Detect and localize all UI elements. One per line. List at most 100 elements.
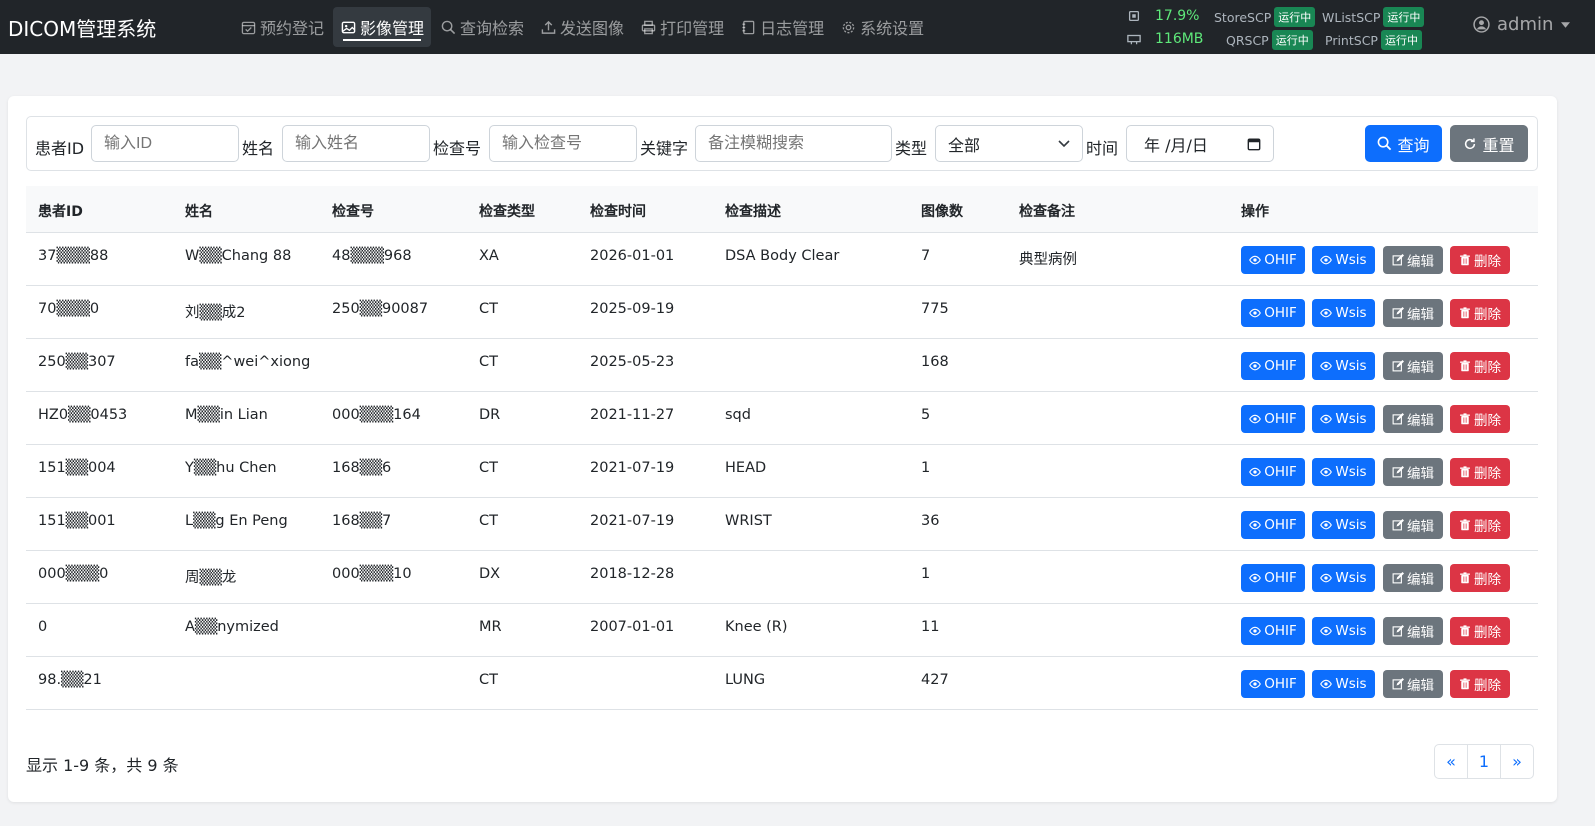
nav-item-appointment[interactable]: 预约登记 (233, 7, 331, 47)
patient-id-cell: 98.▒▒21 (38, 672, 102, 688)
caret-down-icon (1561, 21, 1571, 28)
time-label: 时间 (1086, 139, 1119, 158)
ohif-button-label: OHIF (1264, 676, 1297, 692)
app-title[interactable]: DICOM管理系统 (8, 13, 233, 42)
ohif-button[interactable]: OHIF (1241, 352, 1305, 380)
patient-id-cell: 151▒▒004 (38, 460, 116, 476)
delete-button[interactable]: 删除 (1450, 405, 1510, 433)
page-next-button[interactable]: » (1500, 744, 1534, 779)
nav-item-settings[interactable]: 系统设置 (833, 7, 931, 47)
nav-item-image-management[interactable]: 影像管理 (333, 7, 432, 47)
trash-icon (1459, 413, 1471, 425)
ohif-button[interactable]: OHIF (1241, 617, 1305, 645)
delete-button[interactable]: 删除 (1450, 511, 1510, 539)
delete-button[interactable]: 删除 (1450, 617, 1510, 645)
edit-button[interactable]: 编辑 (1383, 246, 1443, 274)
patient-name-cell: L▒▒g En Peng (185, 513, 288, 529)
exam-date-cell: 2007-01-01 (590, 619, 675, 635)
exam-no-input[interactable] (489, 125, 637, 162)
ohif-button[interactable]: OHIF (1241, 246, 1305, 274)
ohif-button[interactable]: OHIF (1241, 670, 1305, 698)
table-row: 0 A▒▒nymized MR 2007-01-01 Knee (R) 11 OHIF Wsi… (26, 604, 1538, 657)
trash-icon (1459, 572, 1471, 584)
patient-id-cell: 0 (38, 619, 48, 635)
exam-desc-cell: sqd (725, 407, 751, 423)
ohif-button-label: OHIF (1264, 570, 1297, 586)
patient-id-input[interactable] (91, 125, 239, 162)
nav-item-print[interactable]: 打印管理 (633, 7, 731, 47)
exam-no-cell: 250▒▒90087 (332, 301, 429, 317)
wsis-button[interactable]: Wsis (1312, 564, 1375, 592)
delete-button[interactable]: 删除 (1450, 670, 1510, 698)
exam-date-cell: 2025-09-19 (590, 301, 675, 317)
page-1-button[interactable]: 1 (1467, 744, 1501, 779)
ohif-button-label: OHIF (1264, 305, 1297, 321)
edit-button[interactable]: 编辑 (1383, 352, 1443, 380)
ohif-button[interactable]: OHIF (1241, 405, 1305, 433)
study-table: 患者ID 姓名 检查号 检查类型 检查时间 检查描述 图像数 检查备注 操作 3… (26, 186, 1538, 710)
status-badge: 运行中 (1380, 30, 1422, 50)
eye-icon (1320, 625, 1333, 637)
reset-button-label: 重置 (1482, 135, 1515, 155)
edit-button[interactable]: 编辑 (1383, 405, 1443, 433)
ohif-button[interactable]: OHIF (1241, 511, 1305, 539)
delete-button[interactable]: 删除 (1450, 458, 1510, 486)
edit-button[interactable]: 编辑 (1383, 511, 1443, 539)
column-header: 检查时间 (590, 204, 646, 220)
reset-button[interactable]: 重置 (1450, 125, 1528, 162)
delete-button-label: 删除 (1474, 360, 1501, 376)
nav-item-query[interactable]: 查询检索 (433, 7, 531, 47)
wsis-button[interactable]: Wsis (1312, 352, 1375, 380)
trash-icon (1459, 307, 1471, 319)
eye-icon (1249, 360, 1262, 372)
wsis-button[interactable]: Wsis (1312, 617, 1375, 645)
exam-desc-cell: WRIST (725, 513, 772, 529)
delete-button[interactable]: 删除 (1450, 352, 1510, 380)
edit-button-label: 编辑 (1407, 466, 1434, 482)
edit-button[interactable]: 编辑 (1383, 299, 1443, 327)
nav-item-logs[interactable]: 日志管理 (733, 7, 831, 47)
memory-status: 116MB (1127, 31, 1203, 47)
delete-button[interactable]: 删除 (1450, 299, 1510, 327)
delete-button[interactable]: 删除 (1450, 564, 1510, 592)
cpu-icon (1127, 9, 1141, 23)
ohif-button[interactable]: OHIF (1241, 299, 1305, 327)
cpu-status: 17.9% (1127, 8, 1199, 24)
nav-item-send[interactable]: 发送图像 (533, 7, 631, 47)
edit-button[interactable]: 编辑 (1383, 458, 1443, 486)
wsis-button[interactable]: Wsis (1312, 246, 1375, 274)
keyword-input[interactable] (695, 125, 892, 162)
date-input[interactable]: 年 /月/日 (1126, 125, 1274, 162)
type-select[interactable]: 全部 (935, 125, 1083, 162)
image-count-cell: 36 (921, 513, 940, 529)
image-management-card: 患者ID 姓名 检查号 关键字 类型 全部 时间 年 /月/日 查询 (8, 96, 1557, 802)
wsis-button[interactable]: Wsis (1312, 405, 1375, 433)
delete-button-label: 删除 (1474, 572, 1501, 588)
edit-button[interactable]: 编辑 (1383, 564, 1443, 592)
patient-name-cell: 周▒▒龙 (185, 570, 237, 586)
ohif-button-label: OHIF (1264, 358, 1297, 374)
ohif-button[interactable]: OHIF (1241, 458, 1305, 486)
edit-button[interactable]: 编辑 (1383, 670, 1443, 698)
eye-icon (1249, 413, 1262, 425)
name-input[interactable] (282, 125, 430, 162)
wsis-button[interactable]: Wsis (1312, 511, 1375, 539)
search-button[interactable]: 查询 (1365, 125, 1442, 162)
wsis-button-label: Wsis (1335, 358, 1367, 374)
patient-name-cell: Y▒▒hu Chen (185, 460, 277, 476)
service-printscp: PrintSCP 运行中 (1325, 30, 1422, 50)
edit-button[interactable]: 编辑 (1383, 617, 1443, 645)
patient-id-cell: 000▒▒▒0 (38, 566, 109, 582)
user-menu[interactable]: admin (1473, 14, 1571, 35)
wsis-button[interactable]: Wsis (1312, 458, 1375, 486)
wsis-button-label: Wsis (1335, 305, 1367, 321)
service-wlistscp: WListSCP 运行中 (1322, 7, 1425, 27)
wsis-button[interactable]: Wsis (1312, 670, 1375, 698)
wsis-button[interactable]: Wsis (1312, 299, 1375, 327)
ohif-button[interactable]: OHIF (1241, 564, 1305, 592)
page-prev-button[interactable]: « (1434, 744, 1468, 779)
delete-button-label: 删除 (1474, 625, 1501, 641)
delete-button[interactable]: 删除 (1450, 246, 1510, 274)
upload-icon (540, 19, 556, 35)
exam-date-cell: 2026-01-01 (590, 248, 675, 264)
